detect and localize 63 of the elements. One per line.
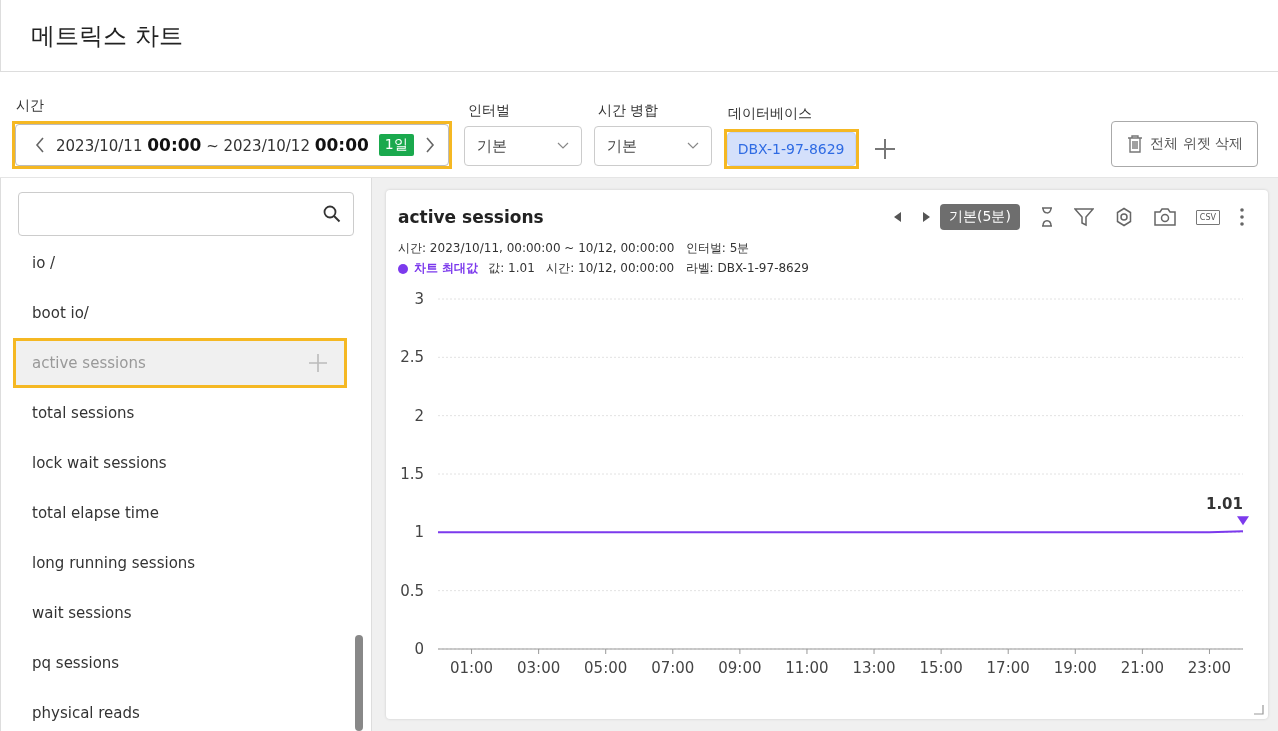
search-field[interactable] <box>18 192 354 236</box>
database-label: 데이터베이스 <box>726 105 813 123</box>
triangle-left-icon[interactable] <box>894 212 902 222</box>
metric-list-item[interactable]: total sessions <box>16 391 344 435</box>
y-axis-label: 1.5 <box>400 465 424 483</box>
metric-list-item[interactable]: long running sessions <box>16 541 344 585</box>
y-axis-label: 2 <box>414 406 424 425</box>
interval-dropdown[interactable]: 기본 <box>463 126 582 166</box>
y-axis-label: 0 <box>414 640 424 658</box>
x-axis-label: 21:00 <box>1120 659 1164 677</box>
time-merge-dropdown[interactable]: 기본 <box>593 126 712 166</box>
chevron-down-icon <box>556 142 569 150</box>
metric-list-item[interactable]: boot io/ <box>16 291 344 335</box>
duration-badge: 1일 <box>378 134 414 156</box>
legend-detail: 값: 1.01 시간: 10/12, 00:00:00 라벨: DBX-1-97-8629 <box>488 260 809 277</box>
x-axis-label: 17:00 <box>986 659 1030 677</box>
legend-label: 차트 최대값 <box>414 260 479 277</box>
metric-list-item[interactable]: lock wait sessions <box>16 441 344 485</box>
time-range-picker[interactable]: 2023/10/11 00:00 ~ 2023/10/12 00:00 1일 <box>15 124 449 166</box>
y-axis-label: 2.5 <box>400 348 424 367</box>
resize-handle-icon[interactable] <box>1254 705 1264 715</box>
x-axis-label: 19:00 <box>1053 659 1097 677</box>
camera-icon[interactable] <box>1153 208 1176 226</box>
metric-list-item[interactable]: physical reads <box>16 691 344 731</box>
widget-title: active sessions <box>398 207 544 227</box>
chevron-down-icon <box>686 142 699 150</box>
x-axis-label: 07:00 <box>651 659 695 677</box>
page-title: 메트릭스 차트 <box>31 20 183 52</box>
delete-all-widgets-button[interactable]: 전체 위젯 삭제 <box>1111 121 1258 167</box>
x-axis-label: 09:00 <box>718 659 762 677</box>
search-icon <box>323 205 341 223</box>
interval-mode-button[interactable]: 기본(5분) <box>940 204 1020 230</box>
max-value-label: 1.01 <box>1206 495 1243 514</box>
csv-export-button[interactable]: CSV <box>1195 209 1220 225</box>
x-axis-label: 23:00 <box>1187 659 1232 677</box>
chevron-right-icon[interactable] <box>423 136 436 154</box>
x-axis-label: 05:00 <box>584 659 628 677</box>
trash-icon <box>1126 134 1145 154</box>
x-axis-label: 13:00 <box>852 659 896 677</box>
max-marker <box>1237 516 1249 526</box>
time-range-text: 2023/10/11 00:00 ~ 2023/10/12 00:00 <box>56 135 369 155</box>
triangle-right-icon[interactable] <box>922 212 930 222</box>
metric-list-item[interactable]: io / <box>16 241 344 285</box>
scrollbar[interactable] <box>355 635 363 731</box>
metric-list-item[interactable]: total elapse time <box>16 491 344 535</box>
filter-icon[interactable] <box>1073 207 1094 227</box>
metric-list-item[interactable]: pq sessions <box>16 641 344 685</box>
time-merge-label: 시간 병합 <box>596 102 660 120</box>
database-chip[interactable]: DBX-1-97-8629 <box>726 132 856 166</box>
more-icon[interactable] <box>1240 208 1244 226</box>
x-axis-label: 11:00 <box>785 659 829 677</box>
x-axis-label: 15:00 <box>919 659 963 677</box>
y-axis-label: 1 <box>414 523 424 542</box>
x-axis-label: 03:00 <box>517 659 561 677</box>
time-label: 시간 <box>15 97 45 115</box>
chart-info-text: 시간: 2023/10/11, 00:00:00 ~ 10/12, 00:00:00 인터벌: 5분 <box>398 240 751 257</box>
metric-list-item[interactable]: wait sessions <box>16 591 344 635</box>
interval-label: 인터벌 <box>466 102 511 120</box>
x-axis-label: 01:00 <box>449 659 494 677</box>
y-axis-label: 3 <box>414 290 424 308</box>
y-axis-label: 0.5 <box>400 581 424 600</box>
chevron-left-icon[interactable] <box>34 136 46 154</box>
add-icon[interactable] <box>872 137 897 161</box>
